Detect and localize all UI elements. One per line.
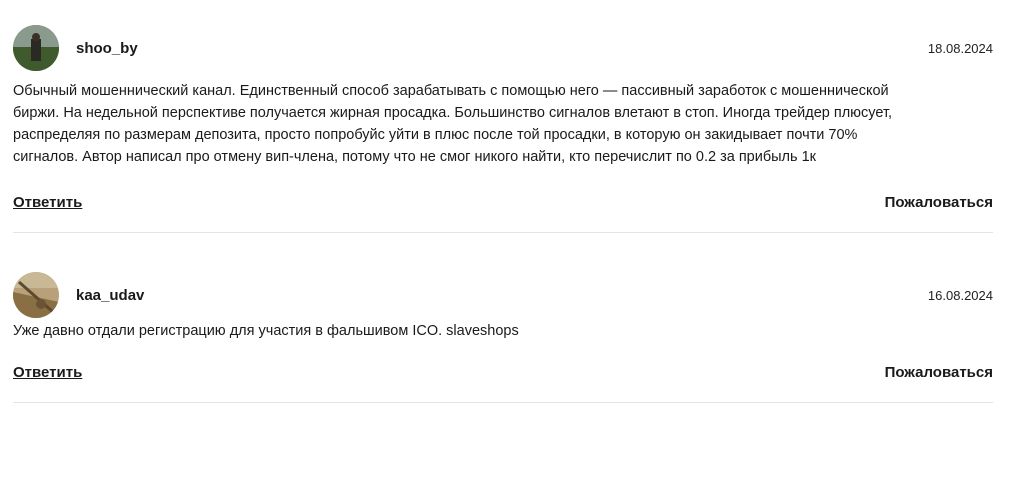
username[interactable]: kaa_udav [76, 287, 144, 304]
comment-date: 16.08.2024 [927, 287, 993, 303]
reply-link[interactable]: Ответить [13, 194, 82, 211]
comment-header: kaa_udav 16.08.2024 [13, 270, 993, 320]
comment-text-line: Обычный мошеннический канал. Единственны… [13, 83, 889, 99]
comment-text-line: распределяя по размерам депозита, просто… [13, 127, 858, 143]
comment-header: shoo_by 18.08.2024 [13, 23, 993, 73]
avatar[interactable] [13, 272, 59, 318]
comment-text-line: биржи. На недельной перспективе получает… [13, 105, 893, 121]
avatar[interactable] [13, 25, 59, 71]
comment-text-line: сигналов. Автор написал про отмену вип-ч… [13, 149, 817, 165]
comment-actions: Ответить Пожаловаться [13, 354, 993, 402]
comment-item: shoo_by 18.08.2024 Обычный мошеннический… [13, 23, 993, 233]
comment-text: Уже давно отдали регистрацию для участия… [13, 320, 993, 342]
comment-text-line: Уже давно отдали регистрацию для участия… [13, 323, 519, 339]
reply-link[interactable]: Ответить [13, 364, 82, 381]
avatar-image [13, 272, 59, 318]
report-link[interactable]: Пожаловаться [885, 364, 993, 381]
username[interactable]: shoo_by [76, 40, 138, 57]
comment-item: kaa_udav 16.08.2024 Уже давно отдали рег… [13, 270, 993, 403]
comment-author: kaa_udav [13, 272, 144, 318]
comment-text: Обычный мошеннический канал. Единственны… [13, 80, 993, 168]
report-link[interactable]: Пожаловаться [885, 194, 993, 211]
comment-author: shoo_by [13, 25, 138, 71]
comments-list: shoo_by 18.08.2024 Обычный мошеннический… [0, 23, 1024, 403]
comment-actions: Ответить Пожаловаться [13, 172, 993, 232]
avatar-image [13, 25, 59, 71]
comment-date: 18.08.2024 [927, 40, 993, 56]
